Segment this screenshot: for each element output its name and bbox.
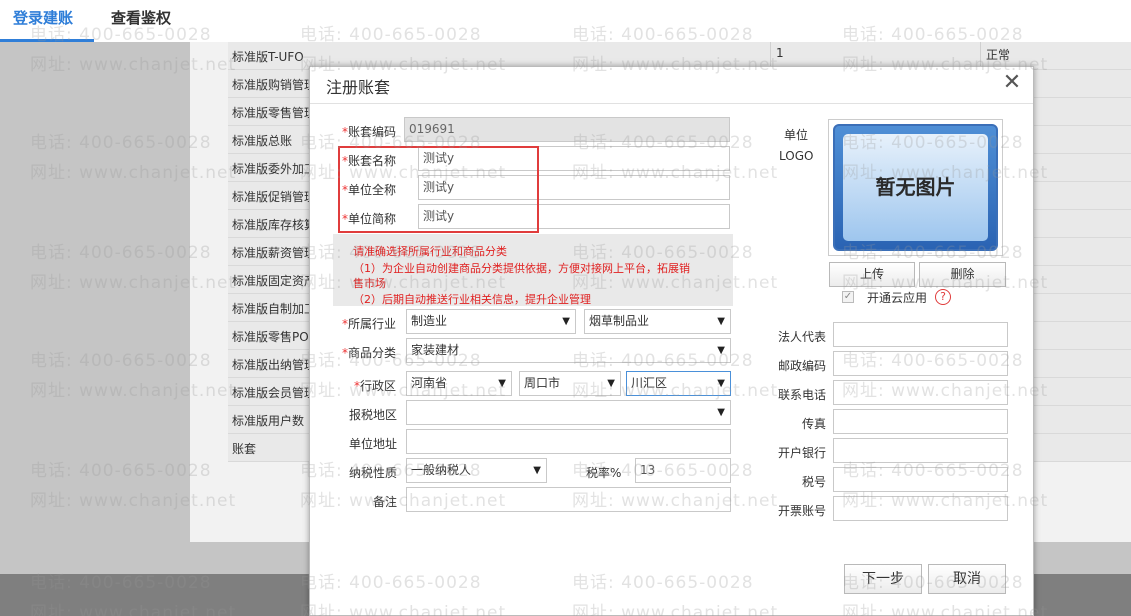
tab-login-create-account[interactable]: 登录建账 — [13, 7, 73, 37]
fax-input[interactable] — [833, 409, 1008, 434]
logo-label-unit: 单位 — [784, 128, 809, 142]
dialog-title: 注册账套 — [326, 78, 391, 97]
company-full-name-label: *单位全称 — [342, 183, 397, 197]
table-cell: 1 — [776, 46, 784, 60]
account-code-input: 019691 — [404, 117, 730, 142]
table-cell: 标准版T-UFO — [232, 50, 304, 64]
tax-type-select[interactable]: 一般纳税人 ▼ — [406, 458, 547, 483]
city-select[interactable]: 周口市 ▼ — [519, 371, 621, 396]
tax-number-input[interactable] — [833, 467, 1008, 492]
table-cell: 标准版固定资产 — [232, 274, 317, 288]
hint-line: 请准确选择所属行业和商品分类 — [353, 245, 507, 258]
dropdown-arrow-icon: ▼ — [717, 345, 725, 356]
table-cell: 标准版自制加工 — [232, 302, 317, 316]
dropdown-arrow-icon: ▼ — [498, 378, 506, 389]
delete-button[interactable]: 删除 — [919, 262, 1006, 287]
account-name-input[interactable]: 测试y — [418, 146, 730, 171]
dropdown-arrow-icon: ▼ — [717, 316, 725, 327]
dropdown-arrow-icon: ▼ — [717, 378, 725, 389]
tax-number-label: 税号 — [801, 475, 826, 489]
cloud-app-label: 开通云应用 — [867, 291, 928, 305]
cancel-button[interactable]: 取消 — [928, 564, 1006, 594]
address-input[interactable] — [406, 429, 731, 454]
top-tab-bar: 登录建账 查看鉴权 — [0, 0, 1131, 42]
remark-input[interactable] — [406, 487, 731, 512]
postal-code-input[interactable] — [833, 351, 1008, 376]
legal-rep-label: 法人代表 — [777, 330, 826, 344]
region-label: *行政区 — [354, 379, 397, 393]
district-select[interactable]: 川汇区 ▼ — [626, 371, 731, 396]
bank-label: 开户银行 — [777, 446, 826, 460]
legal-rep-input[interactable] — [833, 322, 1008, 347]
table-cell: 标准版委外加工 — [232, 162, 317, 176]
title-divider — [310, 103, 1033, 104]
logo-preview: 暂无图片 — [828, 119, 1003, 256]
upload-button[interactable]: 上传 — [829, 262, 915, 287]
dropdown-arrow-icon: ▼ — [717, 407, 725, 418]
product-category-label: *商品分类 — [342, 346, 397, 360]
phone-input[interactable] — [833, 380, 1008, 405]
product-category-select[interactable]: 家装建材 ▼ — [406, 338, 731, 363]
table-cell: 正常 — [986, 48, 1011, 62]
table-cell: 标准版零售管理 — [232, 106, 317, 120]
tax-type-label: 纳税性质 — [349, 466, 398, 480]
company-short-name-label: *单位简称 — [342, 212, 397, 226]
tax-region-select[interactable]: ▼ — [406, 400, 731, 425]
table-cell: 标准版会员管理 — [232, 386, 317, 400]
table-cell: 标准版零售POS — [232, 330, 317, 344]
tab-view-auth[interactable]: 查看鉴权 — [111, 7, 171, 37]
dropdown-arrow-icon: ▼ — [607, 378, 615, 389]
fax-label: 传真 — [801, 417, 826, 431]
no-image-text: 暂无图片 — [843, 134, 988, 241]
bank-input[interactable] — [833, 438, 1008, 463]
company-full-name-input[interactable]: 测试y — [418, 175, 730, 200]
dropdown-arrow-icon: ▼ — [533, 465, 541, 476]
invoice-account-label: 开票账号 — [777, 504, 826, 518]
industry-label: *所属行业 — [342, 317, 397, 331]
company-short-name-input[interactable]: 测试y — [418, 204, 730, 229]
hint-line: （1）为企业自动创建商品分类提供依据，方便对接网上平台，拓展销 — [353, 262, 690, 275]
industry-sub-select[interactable]: 烟草制品业 ▼ — [584, 309, 731, 334]
account-code-label: *账套编码 — [342, 125, 397, 139]
address-label: 单位地址 — [349, 437, 398, 451]
tax-rate-input[interactable]: 13 — [635, 458, 731, 483]
hint-line: 售市场 — [353, 277, 386, 290]
table-cell: 标准版总账 — [232, 134, 293, 148]
logo-placeholder-image: 暂无图片 — [833, 124, 998, 251]
logo-label-logo: LOGO — [779, 149, 814, 163]
help-icon[interactable]: ? — [935, 289, 951, 305]
remark-label: 备注 — [373, 495, 398, 509]
cloud-app-checkbox[interactable]: ✓ — [842, 291, 854, 303]
tax-rate-label: 税率% — [586, 466, 622, 480]
table-cell: 标准版促销管理 — [232, 190, 317, 204]
account-name-label: *账套名称 — [342, 154, 397, 168]
table-cell: 标准版出纳管理 — [232, 358, 317, 372]
table-cell: 标准版购销管理 — [232, 78, 317, 92]
table-cell: 标准版薪资管理 — [232, 246, 317, 260]
province-select[interactable]: 河南省 ▼ — [406, 371, 512, 396]
postal-code-label: 邮政编码 — [777, 359, 826, 373]
hint-line: （2）后期自动推送行业相关信息，提升企业管理 — [353, 293, 591, 306]
next-step-button[interactable]: 下一步 — [844, 564, 922, 594]
close-icon[interactable]: ✕ — [1000, 71, 1024, 95]
table-cell: 账套 — [232, 442, 257, 456]
register-account-dialog: 注册账套 ✕ *账套编码 019691 *账套名称 测试y *单位全称 测试y … — [309, 66, 1034, 616]
dropdown-arrow-icon: ▼ — [562, 316, 570, 327]
industry-select[interactable]: 制造业 ▼ — [406, 309, 576, 334]
table-cell: 标准版库存核算 — [232, 218, 317, 232]
table-cell: 标准版用户数 — [232, 414, 305, 428]
phone-label: 联系电话 — [777, 388, 826, 402]
tax-region-label: 报税地区 — [349, 408, 398, 422]
industry-hint-box: 请准确选择所属行业和商品分类 （1）为企业自动创建商品分类提供依据，方便对接网上… — [333, 234, 733, 306]
invoice-account-input[interactable] — [833, 496, 1008, 521]
